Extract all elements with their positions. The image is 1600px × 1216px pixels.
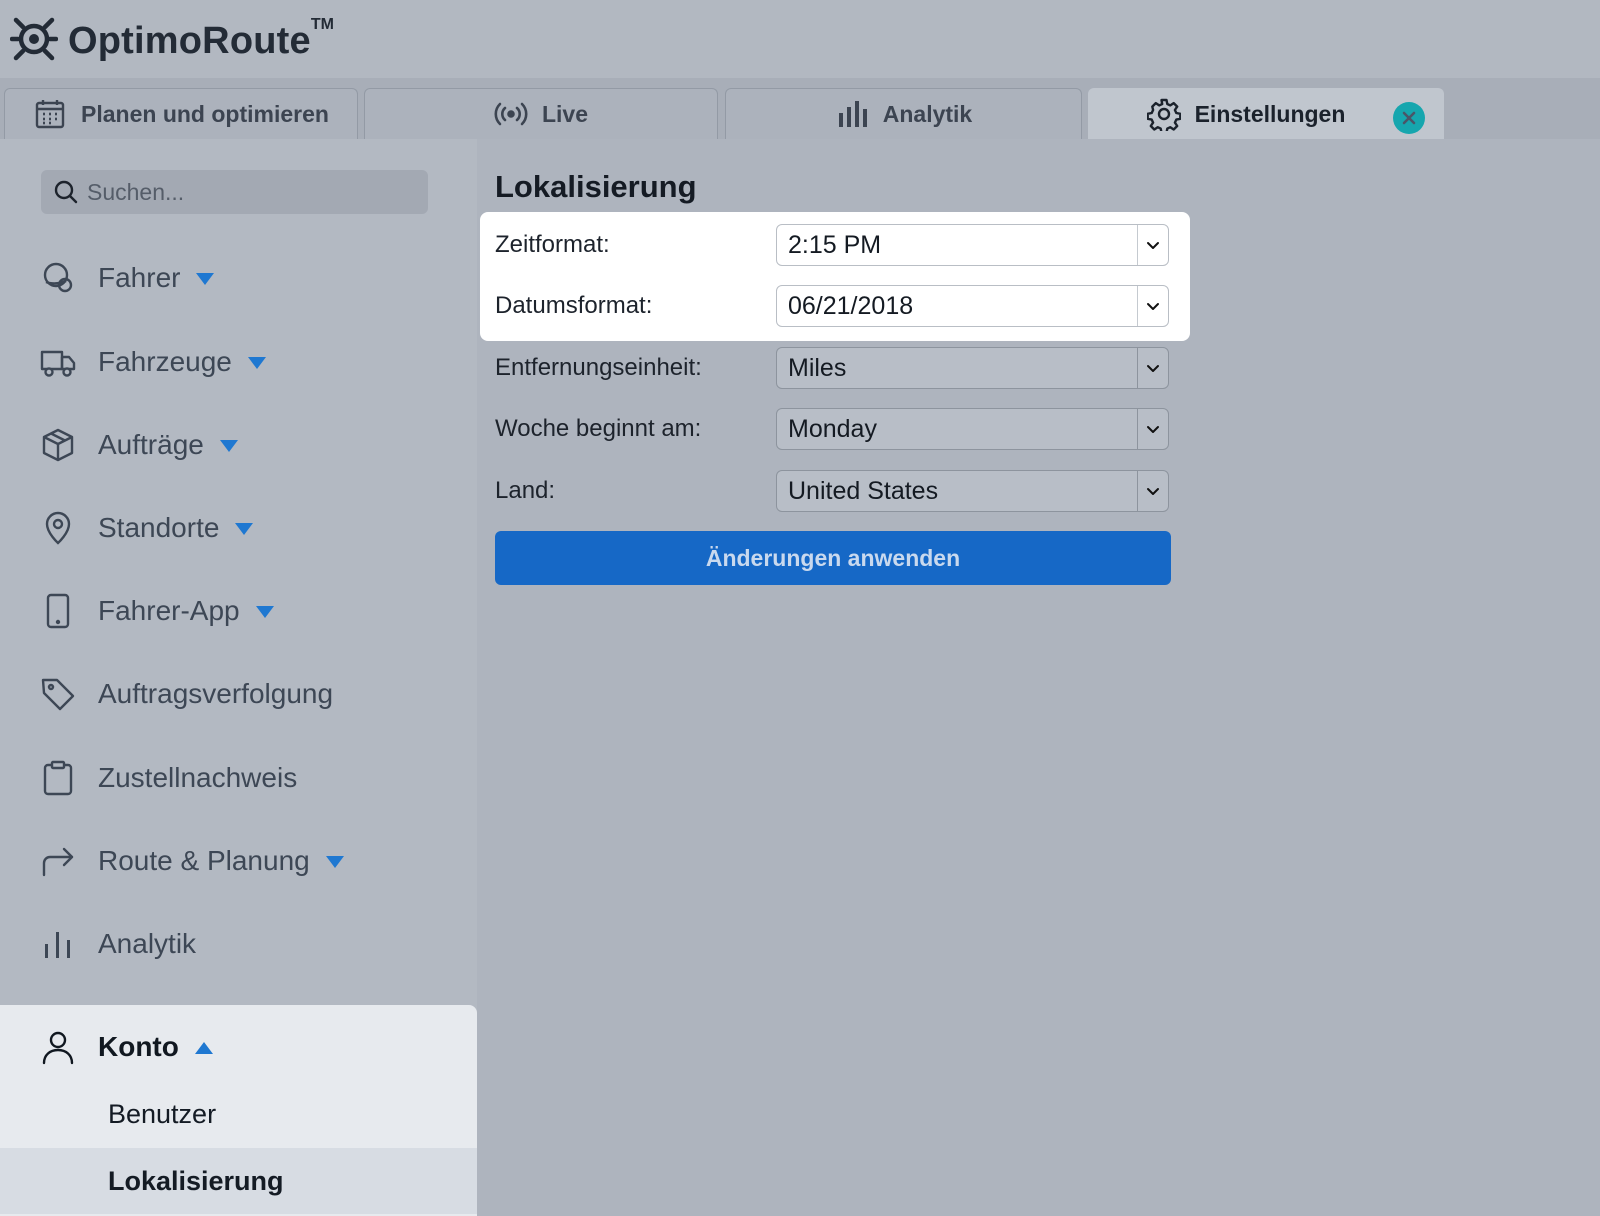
caret-up-icon	[194, 1042, 213, 1054]
sidebar-item-analytik[interactable]: Analytik	[0, 914, 477, 974]
sidebar-item-label: Konto	[98, 1031, 179, 1062]
bar-chart-icon	[45, 932, 70, 958]
tab-einstellungen[interactable]: Einstellungen	[1088, 88, 1444, 139]
sidebar-item-label: Auftragsverfolgung	[98, 678, 334, 709]
sidebar-subitem-label: Lokalisierung	[108, 1165, 284, 1196]
tab-label: Planen und optimieren	[81, 100, 329, 127]
sidebar-item-fahrer-app[interactable]: Fahrer-App	[0, 581, 477, 641]
steering-wheel-icon	[43, 262, 73, 293]
caret-down-icon	[247, 357, 266, 369]
form-row-datumsformat: Datumsformat: 06/21/2018	[495, 284, 1175, 328]
bar-chart-icon	[838, 101, 867, 127]
logo-text: OptimoRoute	[68, 20, 311, 62]
page-title: Lokalisierung	[495, 169, 697, 204]
chevron-down-icon	[1147, 488, 1159, 495]
logo-trademark: TM	[310, 16, 334, 33]
date-format-select[interactable]: 06/21/2018	[776, 285, 1169, 327]
form-row-entfernungseinheit: Entfernungseinheit: Miles	[495, 346, 1175, 390]
select-value: Miles	[788, 353, 847, 382]
select-value: Monday	[788, 414, 877, 443]
sidebar-item-label: Fahrer-App	[98, 595, 240, 626]
field-label: Land:	[495, 477, 556, 504]
search-icon	[54, 180, 78, 204]
form-row-land: Land: United States	[495, 469, 1175, 513]
dropdown-toggle[interactable]	[1137, 348, 1168, 388]
select-value: 06/21/2018	[788, 291, 914, 320]
tab-label: Live	[541, 100, 589, 127]
sidebar-subitem-label: Benutzer	[108, 1098, 217, 1129]
tab-label: Einstellungen	[1194, 100, 1346, 127]
tab-analytik[interactable]: Analytik	[725, 88, 1082, 139]
field-label: Entfernungseinheit:	[495, 354, 702, 381]
field-label: Datumsformat:	[495, 292, 653, 319]
sidebar-item-label: Standorte	[98, 512, 220, 543]
calendar-icon	[35, 100, 65, 129]
broadcast-icon	[494, 102, 528, 126]
sidebar-item-label: Aufträge	[98, 429, 204, 460]
chevron-down-icon	[1147, 242, 1159, 249]
sidebar-item-label: Fahrzeuge	[98, 346, 232, 377]
sidebar-item-fahrer[interactable]: Fahrer	[0, 248, 477, 308]
caret-down-icon	[325, 856, 344, 868]
clipboard-icon	[43, 760, 73, 796]
route-arrow-icon	[42, 847, 74, 877]
caret-down-icon	[255, 606, 274, 618]
time-format-select[interactable]: 2:15 PM	[776, 224, 1169, 266]
distance-unit-select[interactable]: Miles	[776, 347, 1169, 389]
account-panel: Konto Benutzer Lokalisierung	[0, 1005, 477, 1216]
sidebar: Fahrer Fahrzeuge Aufträge Standorte Fahr…	[0, 139, 477, 1216]
dropdown-toggle[interactable]	[1137, 471, 1168, 511]
logo-icon	[10, 17, 58, 61]
app-logo[interactable]: OptimoRoute TM	[10, 14, 334, 64]
tab-live[interactable]: Live	[364, 88, 718, 139]
chevron-down-icon	[1147, 303, 1159, 310]
chevron-down-icon	[1147, 365, 1159, 372]
sidebar-subitem-benutzer[interactable]: Benutzer	[0, 1081, 477, 1147]
form-row-zeitformat: Zeitformat: 2:15 PM	[495, 223, 1175, 267]
caret-down-icon	[196, 273, 215, 285]
country-select[interactable]: United States	[776, 470, 1169, 512]
close-tab-button[interactable]	[1393, 102, 1425, 134]
truck-icon	[40, 350, 76, 377]
tab-label: Analytik	[882, 100, 973, 127]
close-icon	[1402, 111, 1416, 125]
field-label: Woche beginnt am:	[495, 415, 702, 442]
gear-icon	[1146, 98, 1181, 131]
app-header: OptimoRoute TM	[0, 0, 1600, 78]
sidebar-item-standorte[interactable]: Standorte	[0, 498, 477, 558]
dropdown-toggle[interactable]	[1137, 225, 1168, 265]
tag-icon	[41, 678, 75, 711]
caret-down-icon	[219, 440, 238, 452]
sidebar-item-route-planung[interactable]: Route & Planung	[0, 831, 477, 891]
field-label: Zeitformat:	[495, 231, 610, 258]
caret-down-icon	[235, 523, 254, 535]
sidebar-item-zustellnachweis[interactable]: Zustellnachweis	[0, 748, 477, 808]
chevron-down-icon	[1147, 426, 1159, 433]
select-value: 2:15 PM	[788, 230, 882, 259]
sidebar-item-fahrzeuge[interactable]: Fahrzeuge	[0, 332, 477, 392]
search-box[interactable]	[41, 170, 428, 214]
sidebar-item-konto[interactable]: Konto	[0, 1017, 477, 1077]
form-row-woche-beginnt: Woche beginnt am: Monday	[495, 407, 1175, 451]
sidebar-item-auftragsverfolgung[interactable]: Auftragsverfolgung	[0, 664, 477, 724]
tab-planen-und-optimieren[interactable]: Planen und optimieren	[4, 88, 358, 139]
sidebar-item-label: Analytik	[98, 928, 197, 959]
dropdown-toggle[interactable]	[1137, 409, 1168, 449]
main-content: Lokalisierung Zeitformat: 2:15 PM Datums…	[477, 139, 1600, 1216]
user-icon	[42, 1031, 74, 1065]
select-value: United States	[788, 476, 939, 505]
tab-bar: Planen und optimieren Live Analytik Eins…	[0, 78, 1600, 139]
sidebar-subitem-lokalisierung[interactable]: Lokalisierung	[0, 1148, 477, 1214]
sidebar-item-label: Route & Planung	[98, 845, 310, 876]
apply-changes-button[interactable]: Änderungen anwenden	[495, 531, 1171, 585]
sidebar-item-label: Zustellnachweis	[98, 762, 298, 793]
sidebar-item-label: Fahrer	[98, 262, 181, 293]
package-icon	[42, 428, 74, 462]
sidebar-item-auftraege[interactable]: Aufträge	[0, 415, 477, 475]
smartphone-icon	[46, 593, 70, 629]
search-input[interactable]	[87, 178, 407, 206]
week-start-select[interactable]: Monday	[776, 408, 1169, 450]
map-pin-icon	[45, 511, 71, 545]
dropdown-toggle[interactable]	[1137, 286, 1168, 326]
